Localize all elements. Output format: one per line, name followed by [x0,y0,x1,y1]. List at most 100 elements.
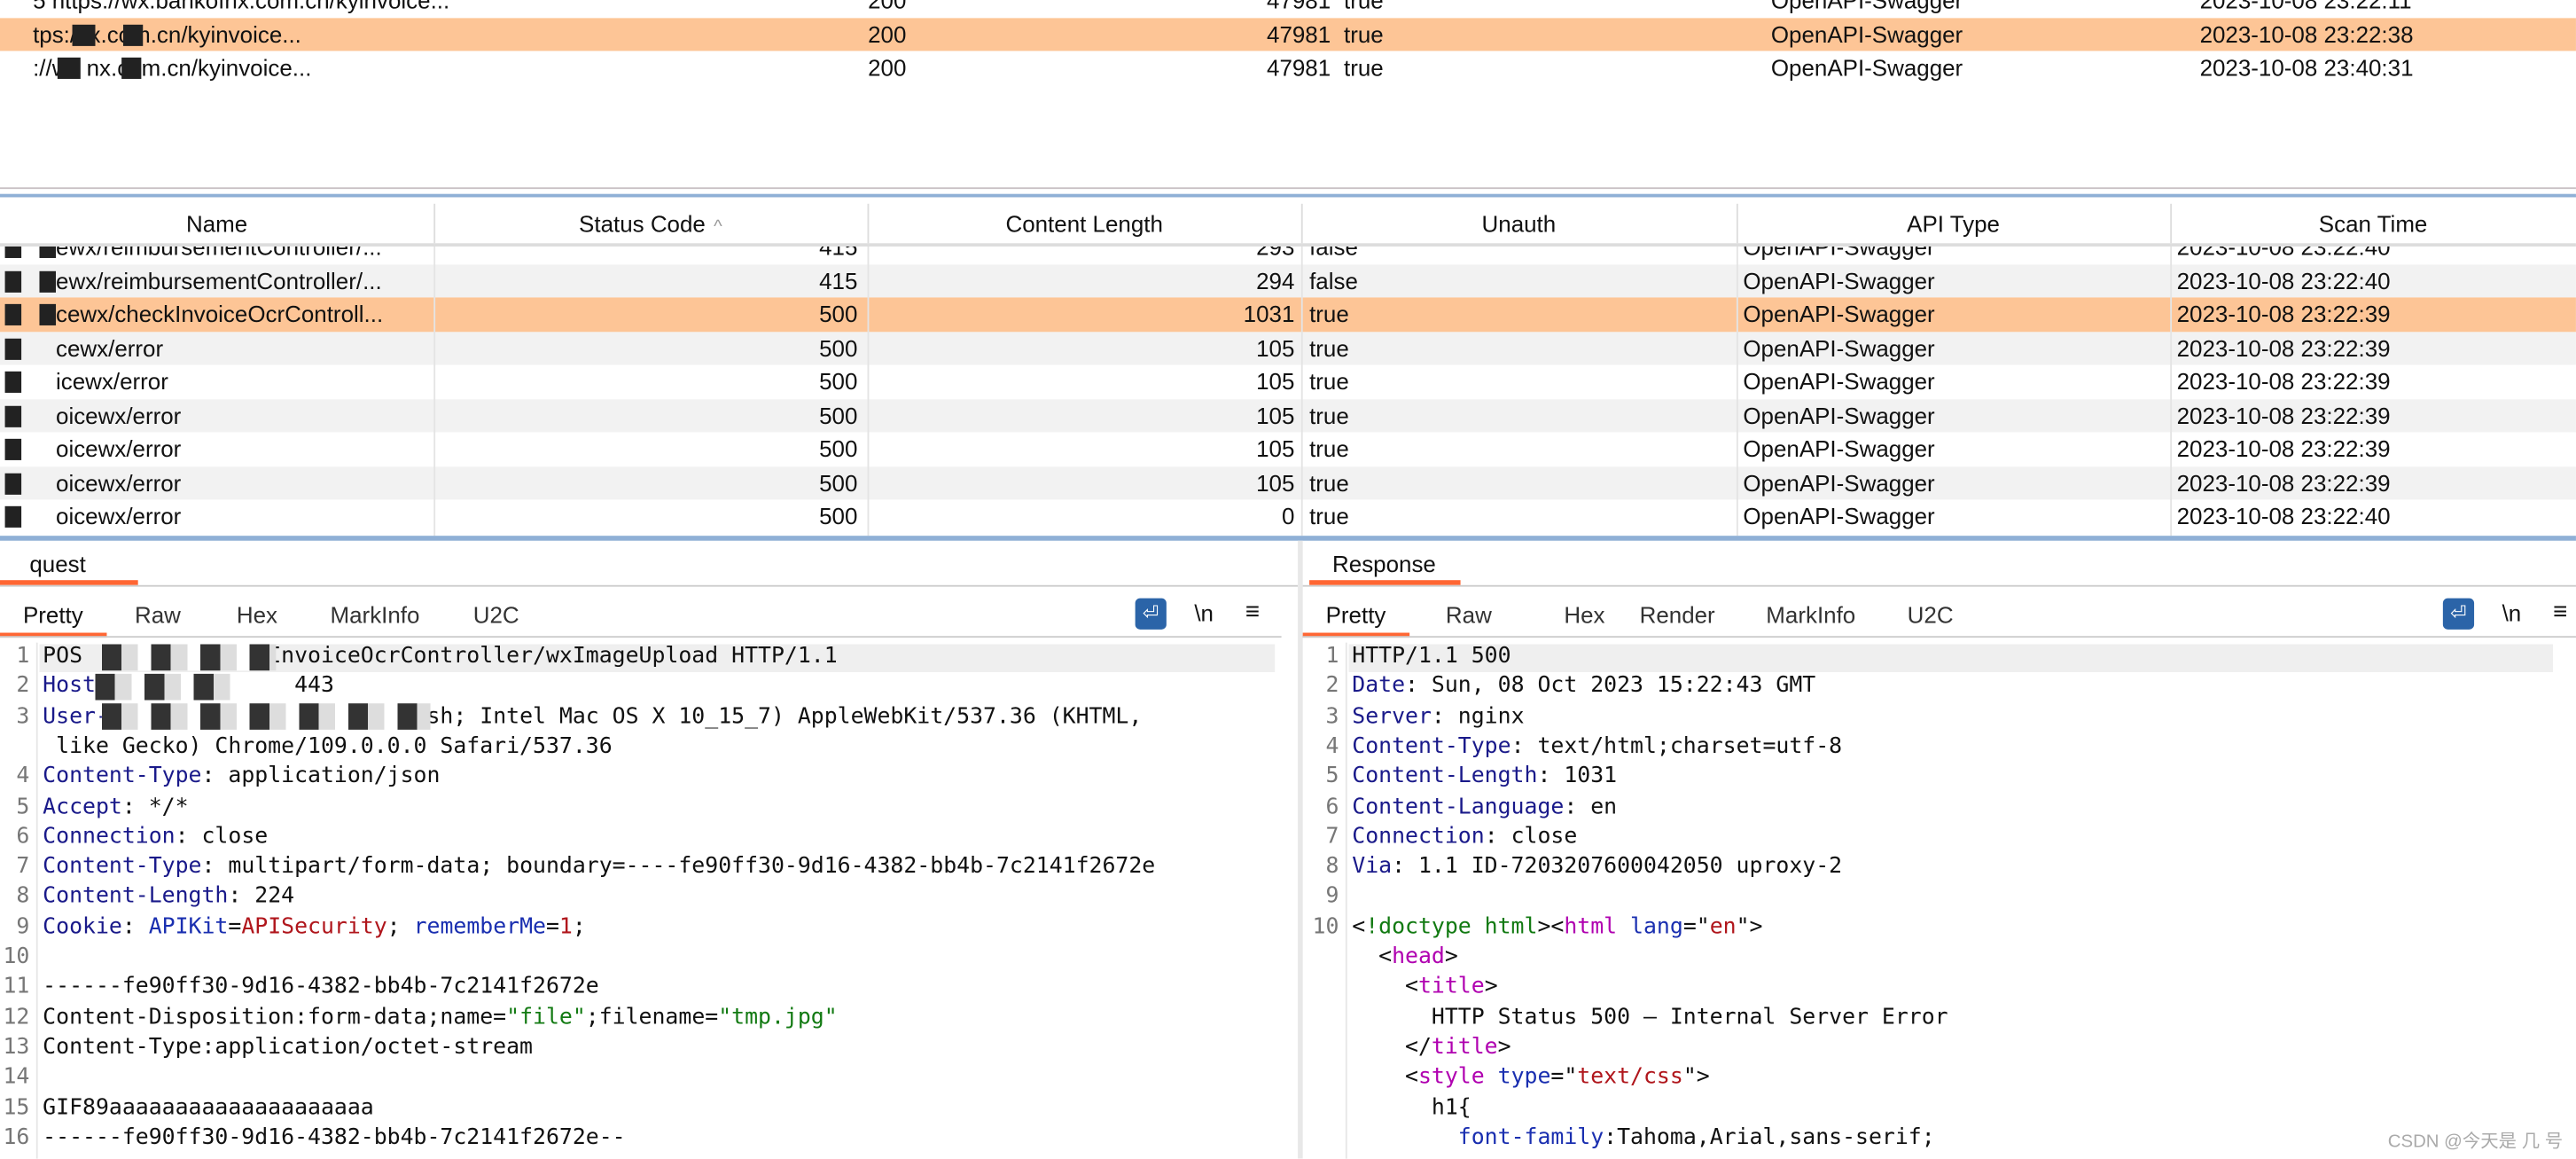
code-token: : multipart/form-data; boundary=----fe90… [201,854,1156,880]
view-tab-markinfo[interactable]: MarkInfo [1743,597,1878,633]
code-token: : en [1564,795,1618,819]
line-number: 6 [16,824,30,850]
column-header-api-type[interactable]: API Type [1737,203,2173,244]
menu-icon[interactable]: ≡ [1245,597,1260,630]
cell-scan-time: 2023-10-08 23:22:39 [2176,301,2391,327]
code-line: Content-Type: application/json [43,763,440,793]
cell-unauth: false [1309,267,1358,294]
code-token: Connection [43,824,176,850]
cell-api-type: OpenAPI-Swagger [1770,20,1963,48]
column-header-unauth[interactable]: Unauth [1301,203,1738,244]
code-token: :Tahoma,Arial,sans-serif; [1604,1125,1935,1150]
table-row[interactable]: oicewx/error 500 0 true OpenAPI-Swagger 2023-… [0,499,2576,533]
code-line: Via: 1.1 ID-7203207600042050 uproxy-2 [1352,853,1842,883]
response-tab-label: Response [1332,550,1436,577]
cell-scan-time: 2023-10-08 23:22:11 [2199,0,2412,13]
line-gutter [1345,642,1347,1159]
cell-length: 294 [1256,267,1295,294]
column-header-content-length[interactable]: Content Length [868,203,1303,244]
code-token: < [1352,975,1418,1000]
code-token: =" [1682,914,1710,940]
code-token: : nginx [1431,704,1525,730]
cell-unauth: true [1343,20,1384,48]
request-tab[interactable]: quest [0,547,138,585]
code-token: > [1497,1035,1511,1061]
view-tab-pretty[interactable]: Pretty [1302,597,1409,638]
line-number: 13 [3,1035,30,1061]
code-token: Content-Language [1352,795,1565,819]
show-newlines-toggle[interactable]: \n [2502,597,2522,630]
column-header-name[interactable]: Name [0,203,436,244]
table-row[interactable]: oicewx/error 500 105 true OpenAPI-Swagger 202… [0,466,2576,500]
cell-name: oicewx/error [56,503,182,529]
code-line: Content-Type: multipart/form-data; bound… [43,853,1155,883]
response-tab[interactable]: Response [1309,547,1461,585]
code-token: Content-Length [43,884,229,910]
column-header-scan-time[interactable]: Scan Time [2170,203,2576,244]
line-number: 1 [16,644,30,670]
word-wrap-icon[interactable]: ⏎ [2442,598,2475,630]
menu-icon[interactable]: ≡ [2553,597,2567,630]
show-newlines-toggle[interactable]: \n [1194,597,1214,630]
line-number [1303,1093,1339,1124]
code-token: : [121,914,149,940]
column-header-status-code[interactable]: Status Code ^ [433,203,870,244]
line-number: 6 [1325,795,1339,819]
table-row[interactable]: ://wx nx.com.cn/kyinvoice... 200 47981 true… [0,51,2576,85]
table-row[interactable]: oicewx/error 500 105 true OpenAPI-Swagger 202… [0,398,2576,433]
line-number [1303,1124,1339,1154]
view-tab-label: Raw [1445,601,1492,628]
code-line: Content-Disposition:form-data;name="file… [43,1004,838,1034]
view-tab-label: Pretty [1325,601,1386,628]
line-number: 5 [16,795,30,819]
table-row[interactable]: 5 https://wx.bankofnx.com.cn/kyinvoice..… [0,0,2576,17]
line-number: 8 [1325,854,1339,880]
cell-status: 415 [819,267,858,294]
code-token: like Gecko) Chrome/109.0.0.0 Safari/537.… [43,734,613,760]
table-row[interactable]: tps:// x.com.cn/kyinvoice... 200 47981 true… [0,17,2576,51]
request-editor[interactable]: 1 POS /checkInvoiceOcrController/wxImageU… [0,642,1298,1159]
cell-scan-time: 2023-10-08 23:22:39 [2176,334,2391,361]
code-line: <!doctype html><html lang="en"> [1352,913,1762,944]
code-token: text/css [1577,1065,1683,1091]
code-token: Content-Type [1352,734,1511,760]
code-token: > [1484,975,1498,1000]
code-token: Accept [43,795,122,819]
code-line: font-family:Tahoma,Arial,sans-serif; [1352,1124,1935,1154]
code-token: "file" [506,1005,586,1030]
table-row[interactable]: ewx/reimbursementController/... 415 294 fal… [0,263,2576,298]
view-tab-render[interactable]: Render [1617,597,1738,633]
table-row[interactable]: oicewx/error 500 105 true OpenAPI-Swagger 202… [0,432,2576,466]
view-tab-u2c[interactable]: U2C [450,597,543,633]
cell-status: 200 [868,54,907,82]
table-row[interactable]: cewx/error 500 105 true OpenAPI-Swagger 2023-… [0,331,2576,365]
line-number [1303,944,1339,974]
view-tab-pretty[interactable]: Pretty [0,597,106,638]
code-token: html [1564,914,1618,940]
cell-api-type: OpenAPI-Swagger [1770,54,1963,82]
request-tab-label: quest [29,550,86,577]
view-tab-raw[interactable]: Raw [112,597,204,633]
table-row[interactable]: icewx/error 500 105 true OpenAPI-Swagger 2023… [0,364,2576,398]
view-tab-raw[interactable]: Raw [1423,597,1515,633]
cell-unauth: true [1309,503,1349,529]
word-wrap-icon[interactable]: ⏎ [1135,598,1167,630]
column-divider [867,243,870,536]
line-number: 10 [3,944,30,970]
code-token: !doctype html [1365,914,1538,940]
response-editor[interactable]: 1 HTTP/1.1 500 2 Date: Sun, 08 Oct 2023 15:… [1303,642,2576,1159]
view-tab-markinfo[interactable]: MarkInfo [308,597,443,633]
code-token: ------fe90ff30-9d16-4382-bb4b-7c2141f267… [43,975,599,1000]
sort-ascending-icon[interactable]: ^ [714,217,722,237]
cell-length: 105 [1256,469,1295,496]
view-tab-hex[interactable]: Hex [1541,597,1628,633]
view-tab-u2c[interactable]: U2C [1885,597,1977,633]
redaction [4,337,22,359]
view-tab-hex[interactable]: Hex [214,597,301,633]
column-divider [1736,243,1738,536]
code-token: "> [1682,1065,1710,1091]
table-row[interactable]: cewx/checkInvoiceOcrControll... 500 1031 tr… [0,297,2576,332]
column-divider [1300,243,1303,536]
code-token: GIF89aaaaaaaaaaaaaaaaaaaa [43,1095,374,1121]
